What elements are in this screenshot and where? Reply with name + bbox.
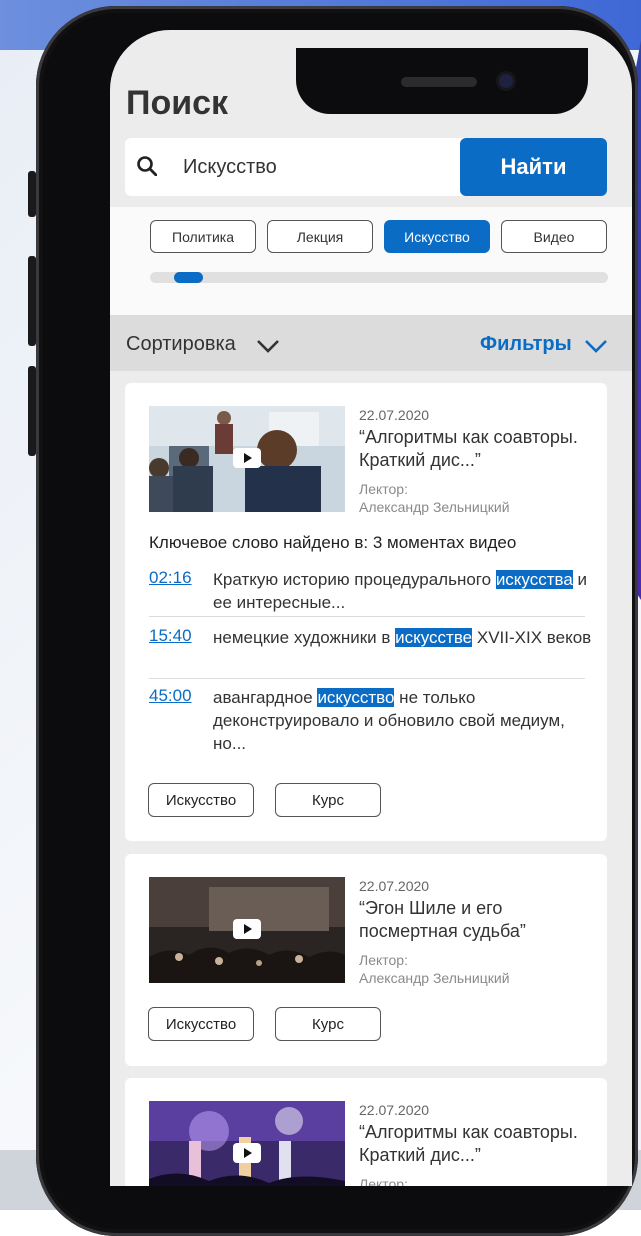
play-icon[interactable]: [233, 448, 261, 468]
moment-item[interactable]: 45:00 авангардное искусство не только де…: [149, 686, 585, 760]
video-thumbnail[interactable]: [149, 877, 345, 983]
divider: [149, 616, 585, 617]
moment-text-part: XVII-XIX веков: [472, 628, 592, 647]
moment-text: немецкие художники в искусстве XVII-XIX …: [213, 626, 593, 649]
tag-art[interactable]: Искусство: [148, 783, 254, 817]
moment-item[interactable]: 02:16 Краткую историю процедурального ис…: [149, 568, 587, 618]
lector-label: Лектор:: [359, 1176, 408, 1186]
search-button[interactable]: Найти: [460, 138, 607, 196]
play-icon[interactable]: [233, 919, 261, 939]
moment-item[interactable]: 15:40 немецкие художники в искусстве XVI…: [149, 626, 591, 676]
lector-name: Александр Зельницкий: [359, 499, 510, 515]
divider: [149, 678, 585, 679]
chevron-down-icon[interactable]: [584, 339, 608, 353]
camera: [499, 74, 513, 88]
lector-label: Лектор:: [359, 481, 408, 497]
category-chips: Политика Лекция Искусство Видео: [110, 207, 632, 315]
video-title-line: “Эгон Шиле и его: [359, 898, 503, 918]
sort-filter-bar: Сортировка Фильтры: [110, 315, 632, 371]
speaker: [401, 77, 477, 87]
result-card[interactable]: 22.07.2020 “Алгоритмы как соавторы. Крат…: [125, 1078, 607, 1186]
search-input[interactable]: [183, 152, 443, 182]
chip-lecture[interactable]: Лекция: [267, 220, 373, 253]
chip-art[interactable]: Искусство: [384, 220, 490, 253]
result-card[interactable]: 22.07.2020 “Алгоритмы как соавторы. Крат…: [125, 383, 607, 841]
keyword-highlight: искусство: [317, 688, 395, 707]
chips-scrollbar[interactable]: [150, 272, 608, 283]
moment-time-link[interactable]: 15:40: [149, 626, 192, 646]
keyword-summary: Ключевое слово найдено в: 3 моментах вид…: [149, 533, 517, 552]
video-thumbnail[interactable]: [149, 1101, 345, 1186]
tag-course[interactable]: Курс: [275, 783, 381, 817]
moment-text-part: Краткую историю процедурального: [213, 570, 496, 589]
video-date: 22.07.2020: [359, 407, 430, 423]
video-title[interactable]: “Алгоритмы как соавторы. Краткий дис...”: [359, 426, 599, 472]
lector: Лектор: Александр Зельницкий: [359, 951, 510, 987]
chip-video[interactable]: Видео: [501, 220, 607, 253]
volume-down-button: [28, 366, 36, 456]
chevron-down-icon[interactable]: [256, 339, 280, 353]
video-title-line: “Алгоритмы как соавторы.: [359, 427, 578, 447]
chip-politics[interactable]: Политика: [150, 220, 256, 253]
keyword-highlight: искусстве: [395, 628, 473, 647]
lector-name: Александр Зельницкий: [359, 970, 510, 986]
notch: [296, 48, 588, 114]
search-icon: [137, 156, 157, 176]
phone-frame: Поиск Найти Политика Лекция Искусство Ви…: [28, 6, 638, 1236]
volume-up-button: [28, 256, 36, 346]
moment-text: авангардное искусство не только деконстр…: [213, 686, 593, 755]
tag-art[interactable]: Искусство: [148, 1007, 254, 1041]
page-title: Поиск: [126, 84, 229, 122]
sort-button[interactable]: Сортировка: [126, 333, 236, 356]
moment-text-part: авангардное: [213, 688, 318, 707]
video-title[interactable]: “Эгон Шиле и его посмертная судьба”: [359, 897, 599, 943]
video-title-line: “Алгоритмы как соавторы.: [359, 1122, 578, 1142]
chips-scroll-thumb[interactable]: [174, 272, 203, 283]
moment-text-part: немецкие художники в: [213, 628, 396, 647]
video-title-line: Краткий дис...”: [359, 450, 481, 470]
lector-label: Лектор:: [359, 952, 408, 968]
moment-time-link[interactable]: 02:16: [149, 568, 192, 588]
tag-course[interactable]: Курс: [275, 1007, 381, 1041]
video-title-line: посмертная судьба”: [359, 921, 526, 941]
lector: Лектор: Александр Зельницкий: [359, 480, 510, 516]
lector: Лектор:: [359, 1175, 408, 1186]
result-card[interactable]: 22.07.2020 “Эгон Шиле и его посмертная с…: [125, 854, 607, 1066]
video-date: 22.07.2020: [359, 878, 430, 894]
video-title-line: Краткий дис...”: [359, 1145, 481, 1165]
filters-button[interactable]: Фильтры: [480, 333, 572, 356]
keyword-highlight: искусства: [495, 570, 573, 589]
video-date: 22.07.2020: [359, 1102, 430, 1118]
play-icon[interactable]: [233, 1143, 261, 1163]
mute-switch: [28, 171, 36, 217]
moment-text: Краткую историю процедурального искусств…: [213, 568, 593, 614]
moment-time-link[interactable]: 45:00: [149, 686, 192, 706]
video-title[interactable]: “Алгоритмы как соавторы. Краткий дис...”: [359, 1121, 599, 1167]
video-thumbnail[interactable]: [149, 406, 345, 512]
screen: Поиск Найти Политика Лекция Искусство Ви…: [110, 30, 632, 1186]
